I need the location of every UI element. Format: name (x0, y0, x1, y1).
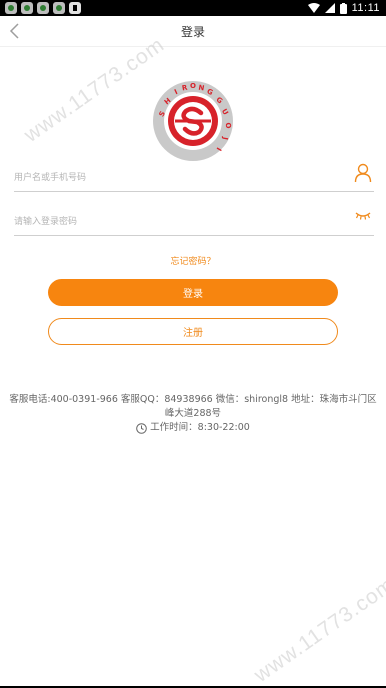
notification-a-icon (69, 2, 81, 14)
login-button[interactable]: 登录 (48, 279, 338, 306)
working-hours: 工作时间：8:30-22:00 (136, 421, 250, 435)
status-bar: 11:11 (0, 0, 386, 16)
contact-line-2: 峰大道288号 (164, 408, 222, 419)
register-button[interactable]: 注册 (48, 318, 338, 345)
username-field-row (14, 163, 374, 192)
notification-icon (53, 2, 65, 14)
user-icon (354, 163, 372, 183)
battery-icon (339, 2, 347, 14)
notification-icon (21, 2, 33, 14)
eye-closed-icon[interactable] (354, 207, 372, 227)
notification-icon (5, 2, 17, 14)
app-logo: S H I R O N G G U O J I (153, 81, 233, 161)
password-field-row (14, 207, 374, 236)
notification-icons (5, 2, 81, 14)
contact-info: 客服电话:400-0391-966 客服QQ：84938966 微信：shiro… (0, 393, 386, 439)
svg-text:O: O (190, 82, 196, 90)
forgot-password-link[interactable]: 忘记密码？ (0, 254, 386, 267)
watermark: www.11773.com (20, 33, 169, 147)
working-hours-text: 工作时间：8:30-22:00 (150, 422, 250, 433)
wifi-icon (307, 3, 320, 13)
signal-icon (324, 3, 335, 13)
contact-line-1: 客服电话:400-0391-966 客服QQ：84938966 微信：shiro… (9, 394, 377, 405)
nav-header: 登录 (0, 16, 386, 47)
notification-icon (37, 2, 49, 14)
clock-icon (136, 422, 147, 434)
password-input[interactable] (14, 213, 334, 231)
system-indicators: 11:11 (307, 0, 380, 16)
page-title: 登录 (180, 25, 205, 39)
username-input[interactable] (14, 169, 334, 187)
status-time: 11:11 (351, 2, 380, 14)
watermark: www.11773.com (250, 573, 386, 687)
